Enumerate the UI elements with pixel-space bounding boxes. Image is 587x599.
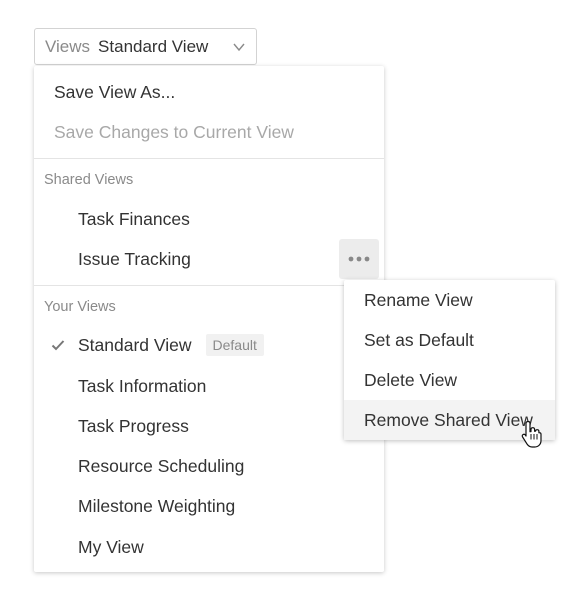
views-menu: Save View As... Save Changes to Current …: [34, 66, 384, 572]
your-view-task-progress[interactable]: Task Progress: [34, 406, 384, 446]
shared-view-task-finances[interactable]: Task Finances: [34, 199, 384, 239]
checkmark-icon: [51, 340, 65, 351]
ellipsis-icon: [348, 256, 370, 262]
shared-views-label: Shared Views: [44, 172, 134, 188]
your-view-standard-view[interactable]: Standard View Default: [34, 325, 384, 365]
remove-shared-view-item[interactable]: Remove Shared View: [344, 400, 555, 440]
delete-view-item[interactable]: Delete View: [344, 360, 555, 400]
save-changes-item: Save Changes to Current View: [54, 122, 294, 142]
your-view-milestone-weighting[interactable]: Milestone Weighting: [34, 486, 384, 526]
set-as-default-item[interactable]: Set as Default: [344, 320, 555, 360]
rename-view-item[interactable]: Rename View: [344, 280, 555, 320]
your-views-label: Your Views: [44, 299, 116, 315]
current-view-value: Standard View: [98, 36, 209, 56]
your-view-task-information[interactable]: Task Information: [34, 366, 384, 406]
default-badge: Default: [205, 334, 264, 356]
views-dropdown[interactable]: Views Standard View: [34, 28, 257, 65]
page: Views Standard View Save View As... Save…: [0, 0, 587, 599]
view-options-submenu: Rename View Set as Default Delete View R…: [344, 280, 555, 440]
your-view-resource-scheduling[interactable]: Resource Scheduling: [34, 446, 384, 486]
shared-view-issue-tracking[interactable]: Issue Tracking: [34, 239, 384, 279]
more-options-button[interactable]: [339, 239, 379, 279]
views-prefix-label: Views: [45, 36, 91, 56]
divider: [34, 158, 384, 159]
save-view-as-item[interactable]: Save View As...: [34, 72, 384, 112]
chevron-down-icon: [233, 43, 245, 52]
your-view-my-view[interactable]: My View: [34, 527, 384, 567]
view-label: Standard View: [78, 335, 192, 355]
divider: [34, 285, 384, 286]
